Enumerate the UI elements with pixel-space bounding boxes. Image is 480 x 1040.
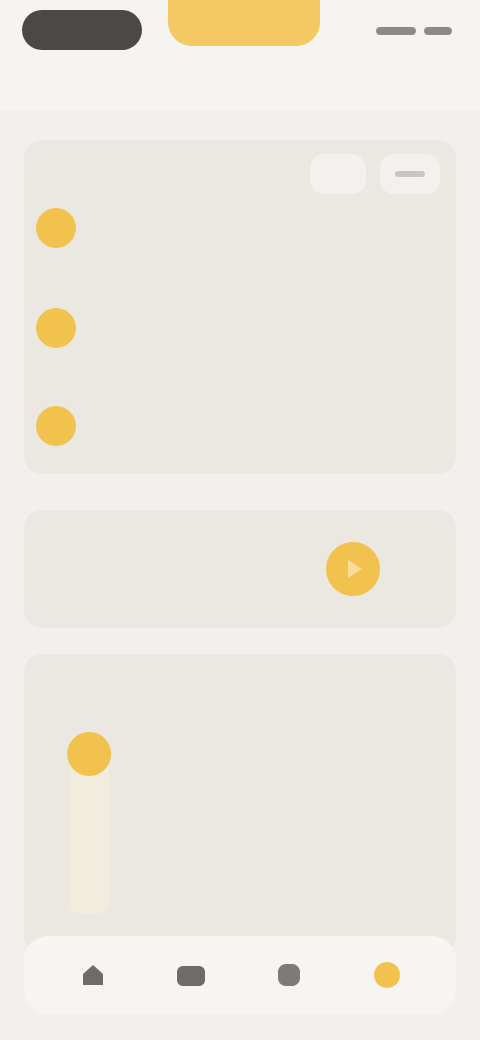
battery-bar-icon: [424, 27, 452, 35]
options-icon: [395, 171, 425, 177]
nav-home[interactable]: [65, 947, 121, 1003]
item-status-dot-icon: [36, 406, 76, 446]
stats-icon: [278, 964, 300, 986]
chart-bar: [67, 732, 112, 914]
options-chip-button[interactable]: [380, 154, 440, 194]
nav-profile[interactable]: [359, 947, 415, 1003]
app-root: [0, 0, 480, 1040]
nav-calendar[interactable]: [163, 947, 219, 1003]
item-status-dot-icon: [36, 208, 76, 248]
list-item[interactable]: [36, 298, 444, 358]
play-icon: [348, 560, 362, 578]
calendar-icon: [177, 966, 205, 986]
activity-chart: [67, 732, 112, 914]
status-indicators: [350, 20, 452, 42]
start-timer-button[interactable]: [326, 542, 380, 596]
signal-bar-icon: [376, 27, 416, 35]
profile-icon: [374, 962, 400, 988]
item-status-dot-icon: [36, 308, 76, 348]
page-subtitle: [180, 74, 300, 94]
back-pill-button[interactable]: [22, 10, 142, 50]
top-bar: [0, 0, 480, 110]
bottom-nav: [24, 936, 456, 1014]
list-item[interactable]: [36, 396, 444, 456]
filter-chip-button[interactable]: [310, 154, 366, 194]
home-icon: [83, 965, 103, 985]
chart-bar-cap: [67, 732, 112, 776]
nav-stats[interactable]: [261, 947, 317, 1003]
list-card: [24, 140, 456, 474]
timer-card: [24, 510, 456, 628]
list-item[interactable]: [36, 198, 444, 258]
active-mode-tab[interactable]: [168, 0, 320, 46]
chart-card: [24, 654, 456, 954]
